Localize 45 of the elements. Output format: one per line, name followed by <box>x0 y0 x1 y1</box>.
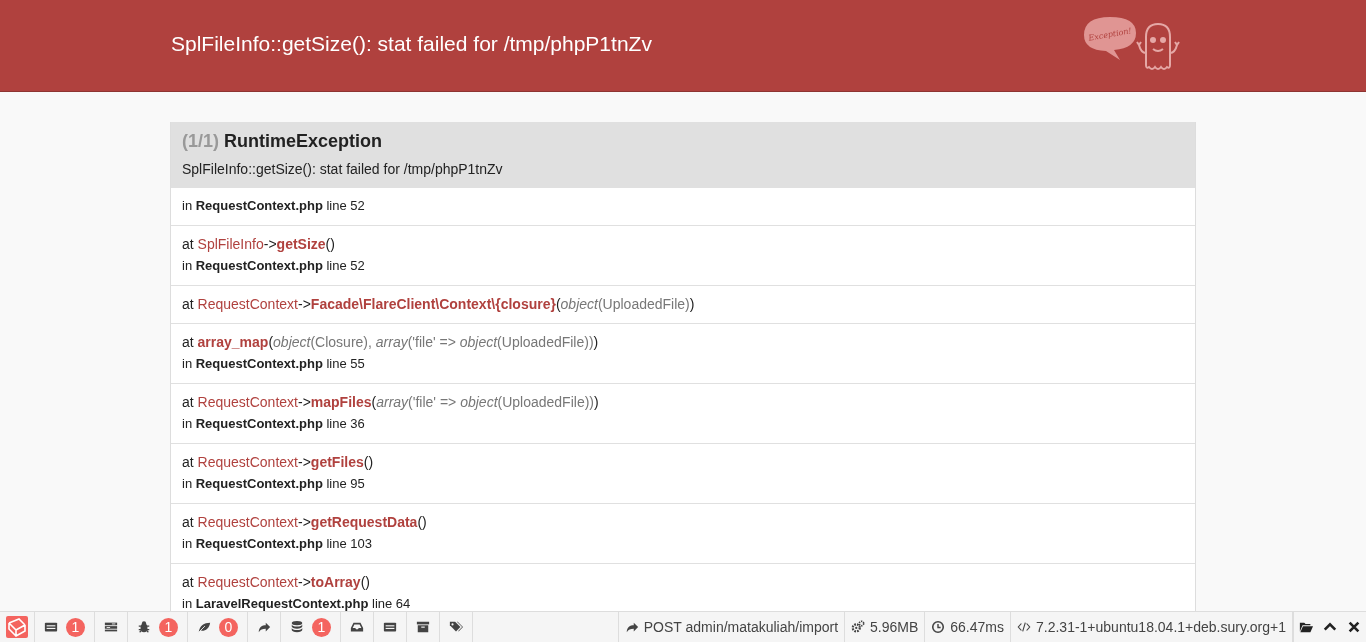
close-icon <box>1347 620 1361 634</box>
share-arrow-icon <box>624 620 639 634</box>
database-icon <box>290 620 304 634</box>
debugbar-indicator: POST admin/matakuliah/import <box>618 612 846 642</box>
call-line: at RequestContext->toArray() <box>182 573 371 591</box>
tags-icon <box>449 620 463 634</box>
count-badge: 0 <box>219 617 238 637</box>
list-icon <box>44 620 58 634</box>
debugbar-tab[interactable]: 1 <box>35 612 95 642</box>
debugbar-indicator: 5.96MB <box>845 612 926 642</box>
inbox-icon <box>350 620 364 634</box>
file-location: in LaravelRequestContext.php line 64 <box>182 595 412 613</box>
debugbar-indicator: 66.47ms <box>925 612 1011 642</box>
call-line: at RequestContext->getRequestData() <box>182 513 428 531</box>
error-title: SplFileInfo::getSize(): stat failed for /tmp/phpP1tnZv <box>171 31 652 57</box>
call-line: at array_map(object(Closure), array('file' => object(UploadedFile))) <box>182 333 600 351</box>
file-location: in RequestContext.php line 52 <box>182 257 366 275</box>
bug-icon <box>137 620 151 634</box>
exception-message: SplFileInfo::getSize(): stat failed for /tmp/phpP1tnZv <box>182 161 504 177</box>
leaf-icon <box>197 620 211 634</box>
file-location: in RequestContext.php line 52 <box>182 197 366 215</box>
file-location: in RequestContext.php line 103 <box>182 535 373 553</box>
debugbar-tab[interactable]: 1 <box>281 612 341 642</box>
call-line: at RequestContext->getFiles() <box>182 453 375 471</box>
code-icon <box>1017 620 1031 634</box>
count-badge: 1 <box>159 617 178 637</box>
file-location: in RequestContext.php line 55 <box>182 355 366 373</box>
call-line: at RequestContext->mapFiles(array('file' => object(UploadedFile))) <box>182 393 600 411</box>
count-badge: 1 <box>66 617 85 637</box>
debugbar-tab[interactable]: 0 <box>188 612 248 642</box>
call-line: at SplFileInfo->getSize() <box>182 235 336 253</box>
app-logo-icon[interactable] <box>6 616 28 638</box>
debugbar-indicator: 7.2.31-1+ubuntu18.04.1+deb.sury.org+1 <box>1011 612 1293 642</box>
share-arrow-icon <box>257 620 271 634</box>
file-location: in RequestContext.php line 95 <box>182 475 366 493</box>
list-icon <box>383 620 397 634</box>
count-badge: 1 <box>312 617 331 637</box>
exception-heading: (1/1) RuntimeException <box>182 131 384 152</box>
file-location: in RequestContext.php line 36 <box>182 415 366 433</box>
debugbar-tab[interactable]: 1 <box>128 612 188 642</box>
folder-icon <box>1299 620 1313 634</box>
clock-icon <box>931 620 946 634</box>
call-line: at RequestContext->Facade\FlareClient\Context\{closure}(object(UploadedFile)) <box>182 295 696 313</box>
archive-icon <box>416 620 430 634</box>
sliders-icon <box>104 620 118 634</box>
